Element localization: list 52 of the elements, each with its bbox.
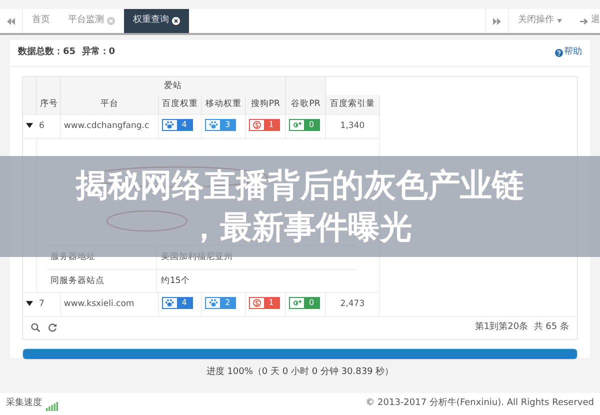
- double-right-arrow-icon: [493, 18, 501, 24]
- help-link[interactable]: 帮助: [555, 46, 582, 60]
- table-cell: www.cdchangfang.c: [60, 114, 158, 138]
- summary-text: 数据总数：65 异常：0: [18, 46, 116, 59]
- copyright-text: © 2013-2017 分析牛(Fenxiniu). All Rights Reserved: [366, 397, 594, 410]
- close-icon[interactable]: [172, 17, 180, 25]
- table-cell: 7: [36, 292, 60, 316]
- pagination-info: 第1到第20条 共 65 条: [474, 321, 569, 334]
- arrow-right-icon: [580, 18, 588, 24]
- column-header: 序号: [36, 95, 60, 114]
- progress-text: 进度 100%（0 天 0 小时 0 分钟 30.839 秒）: [206, 366, 394, 376]
- rank-badge: 1: [248, 119, 280, 131]
- tab[interactable]: 权重查询: [124, 9, 189, 33]
- table-cell: 6: [36, 114, 60, 138]
- s-logo-icon: [252, 121, 261, 129]
- banner-title: 揭秘网络直播背后的灰色产业链，最新事件曝光: [74, 164, 525, 248]
- column-header: 移动权重: [202, 95, 246, 114]
- paw-icon: [165, 299, 174, 308]
- rank-badge: 2: [205, 297, 236, 310]
- paw-icon: [165, 121, 174, 129]
- column-header: 百度权重: [158, 95, 202, 114]
- table-cell: 约15个: [156, 269, 356, 292]
- column-header: 谷歌PR: [286, 95, 326, 114]
- table-cell: 同服务器站点: [46, 269, 156, 292]
- table-cell: 1,340: [326, 114, 379, 138]
- paw-icon: [208, 299, 218, 308]
- rank-badge: 4: [162, 297, 193, 310]
- column-header: 百度索引量: [326, 95, 379, 114]
- rank-badge: 4: [162, 119, 193, 131]
- search-icon[interactable]: [31, 323, 40, 332]
- rank-badge: 1: [248, 297, 280, 310]
- scroll-right-button[interactable]: [485, 9, 509, 33]
- paw-icon: [208, 121, 218, 129]
- g-plus-icon: [292, 299, 302, 308]
- g-plus-icon: [292, 121, 302, 129]
- help-icon: [555, 48, 563, 57]
- s-logo-icon: [252, 299, 261, 308]
- table-cell: 2,473: [326, 292, 379, 316]
- column-header: 平台: [60, 95, 158, 114]
- signal-bars-icon: [46, 402, 59, 411]
- rank-badge: 0: [289, 297, 320, 310]
- double-left-arrow-icon: [7, 18, 15, 24]
- speed-label: 采集速度: [6, 397, 42, 410]
- refresh-icon[interactable]: [48, 323, 57, 332]
- rank-badge: 0: [289, 119, 320, 131]
- column-header: 搜狗PR: [245, 95, 286, 114]
- collapse-caret-icon[interactable]: [26, 301, 33, 306]
- rank-badge: 3: [205, 119, 236, 131]
- column-group-header: 爱站: [60, 76, 286, 96]
- table-cell: www.ksxieli.com: [60, 292, 158, 316]
- caret-icon: [557, 19, 562, 23]
- collapse-caret-icon[interactable]: [26, 123, 33, 128]
